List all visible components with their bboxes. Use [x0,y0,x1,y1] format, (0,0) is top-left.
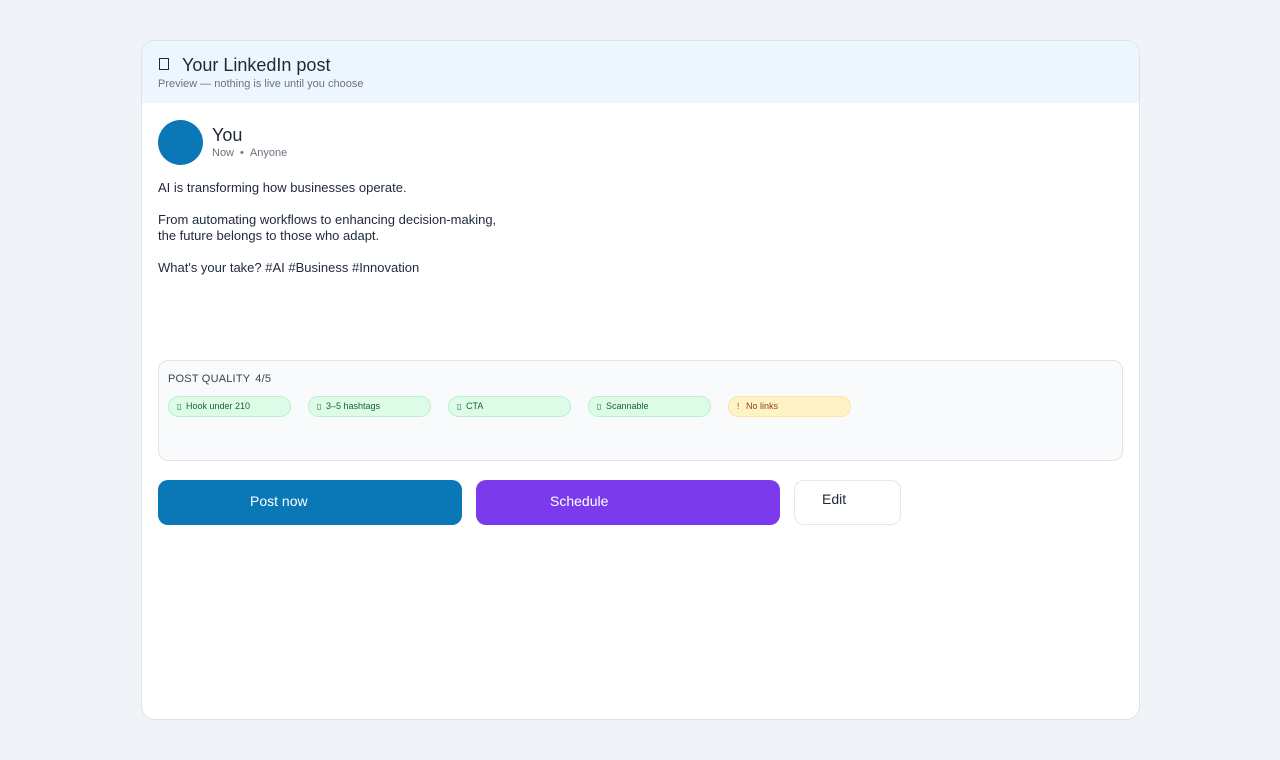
author-name: You [212,125,243,145]
quality-heading: POST QUALITY 4/5 [168,372,271,386]
quality-check-label: Hook under 210 [186,401,251,411]
card-header: Your LinkedIn post Preview — nothing is … [142,41,1139,103]
check-icon: ▯ [317,402,322,411]
avatar [158,120,203,165]
quality-check-hook: ▯ Hook under 210 [168,396,291,417]
quality-check-scannable: ▯ Scannable [588,396,711,417]
quality-check-hashtags: ▯ 3–5 hashtags [308,396,431,417]
schedule-button[interactable]: Schedule [476,480,780,525]
quality-check-label: 3–5 hashtags [326,401,381,411]
author-meta: Now • Anyone [212,146,287,160]
check-icon: ▯ [457,402,462,411]
post-paragraph: From automating workflows to enhancing d… [158,212,497,243]
edit-button[interactable]: Edit [794,480,901,525]
check-icon: ▯ [177,402,182,411]
meta-separator: • [240,147,244,159]
quality-check-label: CTA [466,401,484,411]
quality-check-links: ! No links [728,396,851,417]
post-quality-panel: POST QUALITY 4/5 ▯ Hook under 210 ▯ 3–5 has… [158,360,1123,461]
quality-check-label: No links [746,401,779,411]
document-icon [159,58,171,71]
post-paragraph: What's your take? #AI #Business #Innovat… [158,260,420,275]
quality-check-cta: ▯ CTA [448,396,571,417]
quality-label: POST QUALITY [168,373,251,385]
post-visibility: Anyone [249,147,288,159]
warning-icon: ! [737,402,740,411]
post-time: Now [212,147,235,159]
page-subtitle: Preview — nothing is live until you choo… [158,78,364,90]
page-title: Your LinkedIn post [182,55,331,75]
post-now-button[interactable]: Post now [158,480,462,525]
quality-check-label: Scannable [606,401,649,411]
quality-score: 4/5 [255,373,272,385]
check-icon: ▯ [597,402,602,411]
post-preview-card: Your LinkedIn post Preview — nothing is … [141,40,1140,720]
post-body: AI is transforming how businesses operat… [158,180,1058,292]
post-paragraph: AI is transforming how businesses operat… [158,180,407,195]
